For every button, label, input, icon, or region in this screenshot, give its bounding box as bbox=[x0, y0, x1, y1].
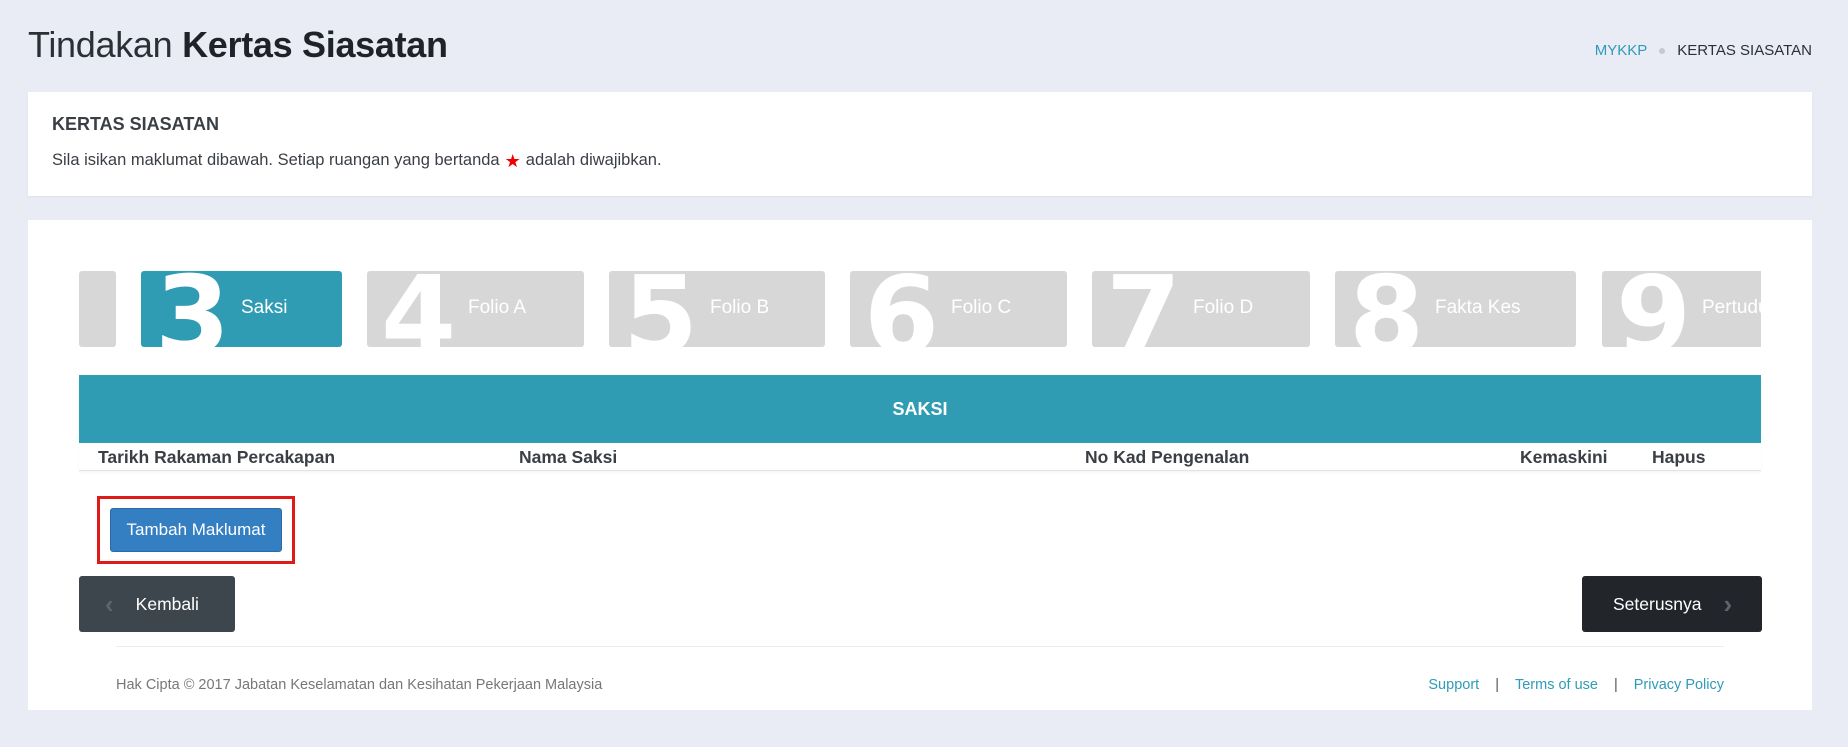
step-label: Saksi bbox=[241, 297, 288, 318]
column-header-edit[interactable]: Kemaskini bbox=[1520, 447, 1608, 468]
step-label: Folio A bbox=[468, 297, 527, 318]
back-button[interactable]: ‹ Kembali bbox=[79, 576, 235, 632]
chevron-left-icon: ‹ bbox=[105, 589, 114, 619]
footer-link-privacy[interactable]: Privacy Policy bbox=[1634, 677, 1724, 693]
step-3-tab[interactable]: 3 Saksi bbox=[141, 271, 342, 347]
next-button-label: Seterusnya bbox=[1613, 593, 1702, 614]
step-label: Pertuduhan bbox=[1702, 297, 1761, 318]
info-desc-before: Sila isikan maklumat dibawah. Setiap rua… bbox=[52, 151, 500, 169]
required-star-icon: ★ bbox=[504, 150, 521, 171]
chevron-right-icon: › bbox=[1723, 589, 1733, 619]
step-label: Folio B bbox=[710, 297, 770, 318]
footer-copyright: Hak Cipta © 2017 Jabatan Keselamatan dan… bbox=[116, 677, 603, 693]
footer-link-terms[interactable]: Terms of use bbox=[1515, 677, 1598, 693]
step-number: 8 bbox=[1349, 271, 1425, 347]
table-header-row: Tarikh Rakaman Percakapan Nama Saksi No … bbox=[79, 443, 1761, 471]
step-label: Folio D bbox=[1193, 297, 1254, 318]
footer-links: Support | Terms of use | Privacy Policy bbox=[1428, 677, 1724, 693]
column-header-ic[interactable]: No Kad Pengenalan bbox=[1085, 447, 1249, 468]
footer-separator: | bbox=[1495, 677, 1499, 693]
breadcrumb-home-link[interactable]: MYKKP bbox=[1595, 42, 1648, 59]
info-desc-after: adalah diwajibkan. bbox=[525, 151, 662, 169]
back-button-label: Kembali bbox=[135, 593, 199, 614]
step-6-tab[interactable]: 6 Folio C bbox=[850, 271, 1067, 347]
page-title-bold: Kertas Siasatan bbox=[182, 24, 448, 65]
step-wizard: 3 Saksi 4 Folio A 5 Folio B 6 Folio C 7 … bbox=[79, 271, 1761, 347]
info-description: Sila isikan maklumat dibawah. Setiap rua… bbox=[52, 151, 1788, 170]
column-header-date[interactable]: Tarikh Rakaman Percakapan bbox=[98, 447, 335, 468]
step-number: 3 bbox=[155, 271, 231, 347]
page-title-light: Tindakan bbox=[28, 24, 173, 65]
footer-separator: | bbox=[1613, 677, 1618, 693]
step-5-tab[interactable]: 5 Folio B bbox=[609, 271, 825, 347]
add-info-button[interactable]: Tambah Maklumat bbox=[110, 508, 282, 552]
step-9-tab[interactable]: 9 Pertuduhan bbox=[1602, 271, 1761, 347]
step-label: Fakta Kes bbox=[1435, 297, 1521, 318]
info-heading: KERTAS SIASATAN bbox=[52, 114, 220, 134]
breadcrumb: MYKKP KERTAS SIASATAN bbox=[1595, 42, 1812, 59]
next-button[interactable]: Seterusnya › bbox=[1582, 576, 1762, 632]
table-title-banner: SAKSI bbox=[79, 375, 1761, 443]
step-number: 9 bbox=[1616, 271, 1692, 347]
step-4-tab[interactable]: 4 Folio A bbox=[367, 271, 584, 347]
step-7-tab[interactable]: 7 Folio D bbox=[1092, 271, 1310, 347]
step-number: 4 bbox=[381, 271, 457, 347]
breadcrumb-separator-dot bbox=[1659, 47, 1666, 54]
step-number: 5 bbox=[623, 271, 699, 347]
column-header-delete[interactable]: Hapus bbox=[1652, 447, 1705, 468]
info-card: KERTAS SIASATAN Sila isikan maklumat dib… bbox=[28, 92, 1812, 196]
footer-divider bbox=[116, 646, 1724, 647]
breadcrumb-current: KERTAS SIASATAN bbox=[1677, 42, 1812, 59]
step-number: 7 bbox=[1106, 271, 1182, 347]
step-8-tab[interactable]: 8 Fakta Kes bbox=[1335, 271, 1576, 347]
column-header-name[interactable]: Nama Saksi bbox=[519, 447, 617, 468]
footer-link-support[interactable]: Support bbox=[1428, 677, 1479, 693]
step-label: Folio C bbox=[951, 297, 1012, 318]
page-title: Tindakan Kertas Siasatan bbox=[28, 24, 448, 66]
step-2-tab[interactable] bbox=[79, 271, 116, 347]
main-card: 3 Saksi 4 Folio A 5 Folio B 6 Folio C 7 … bbox=[28, 220, 1812, 710]
step-number: 6 bbox=[864, 271, 940, 347]
